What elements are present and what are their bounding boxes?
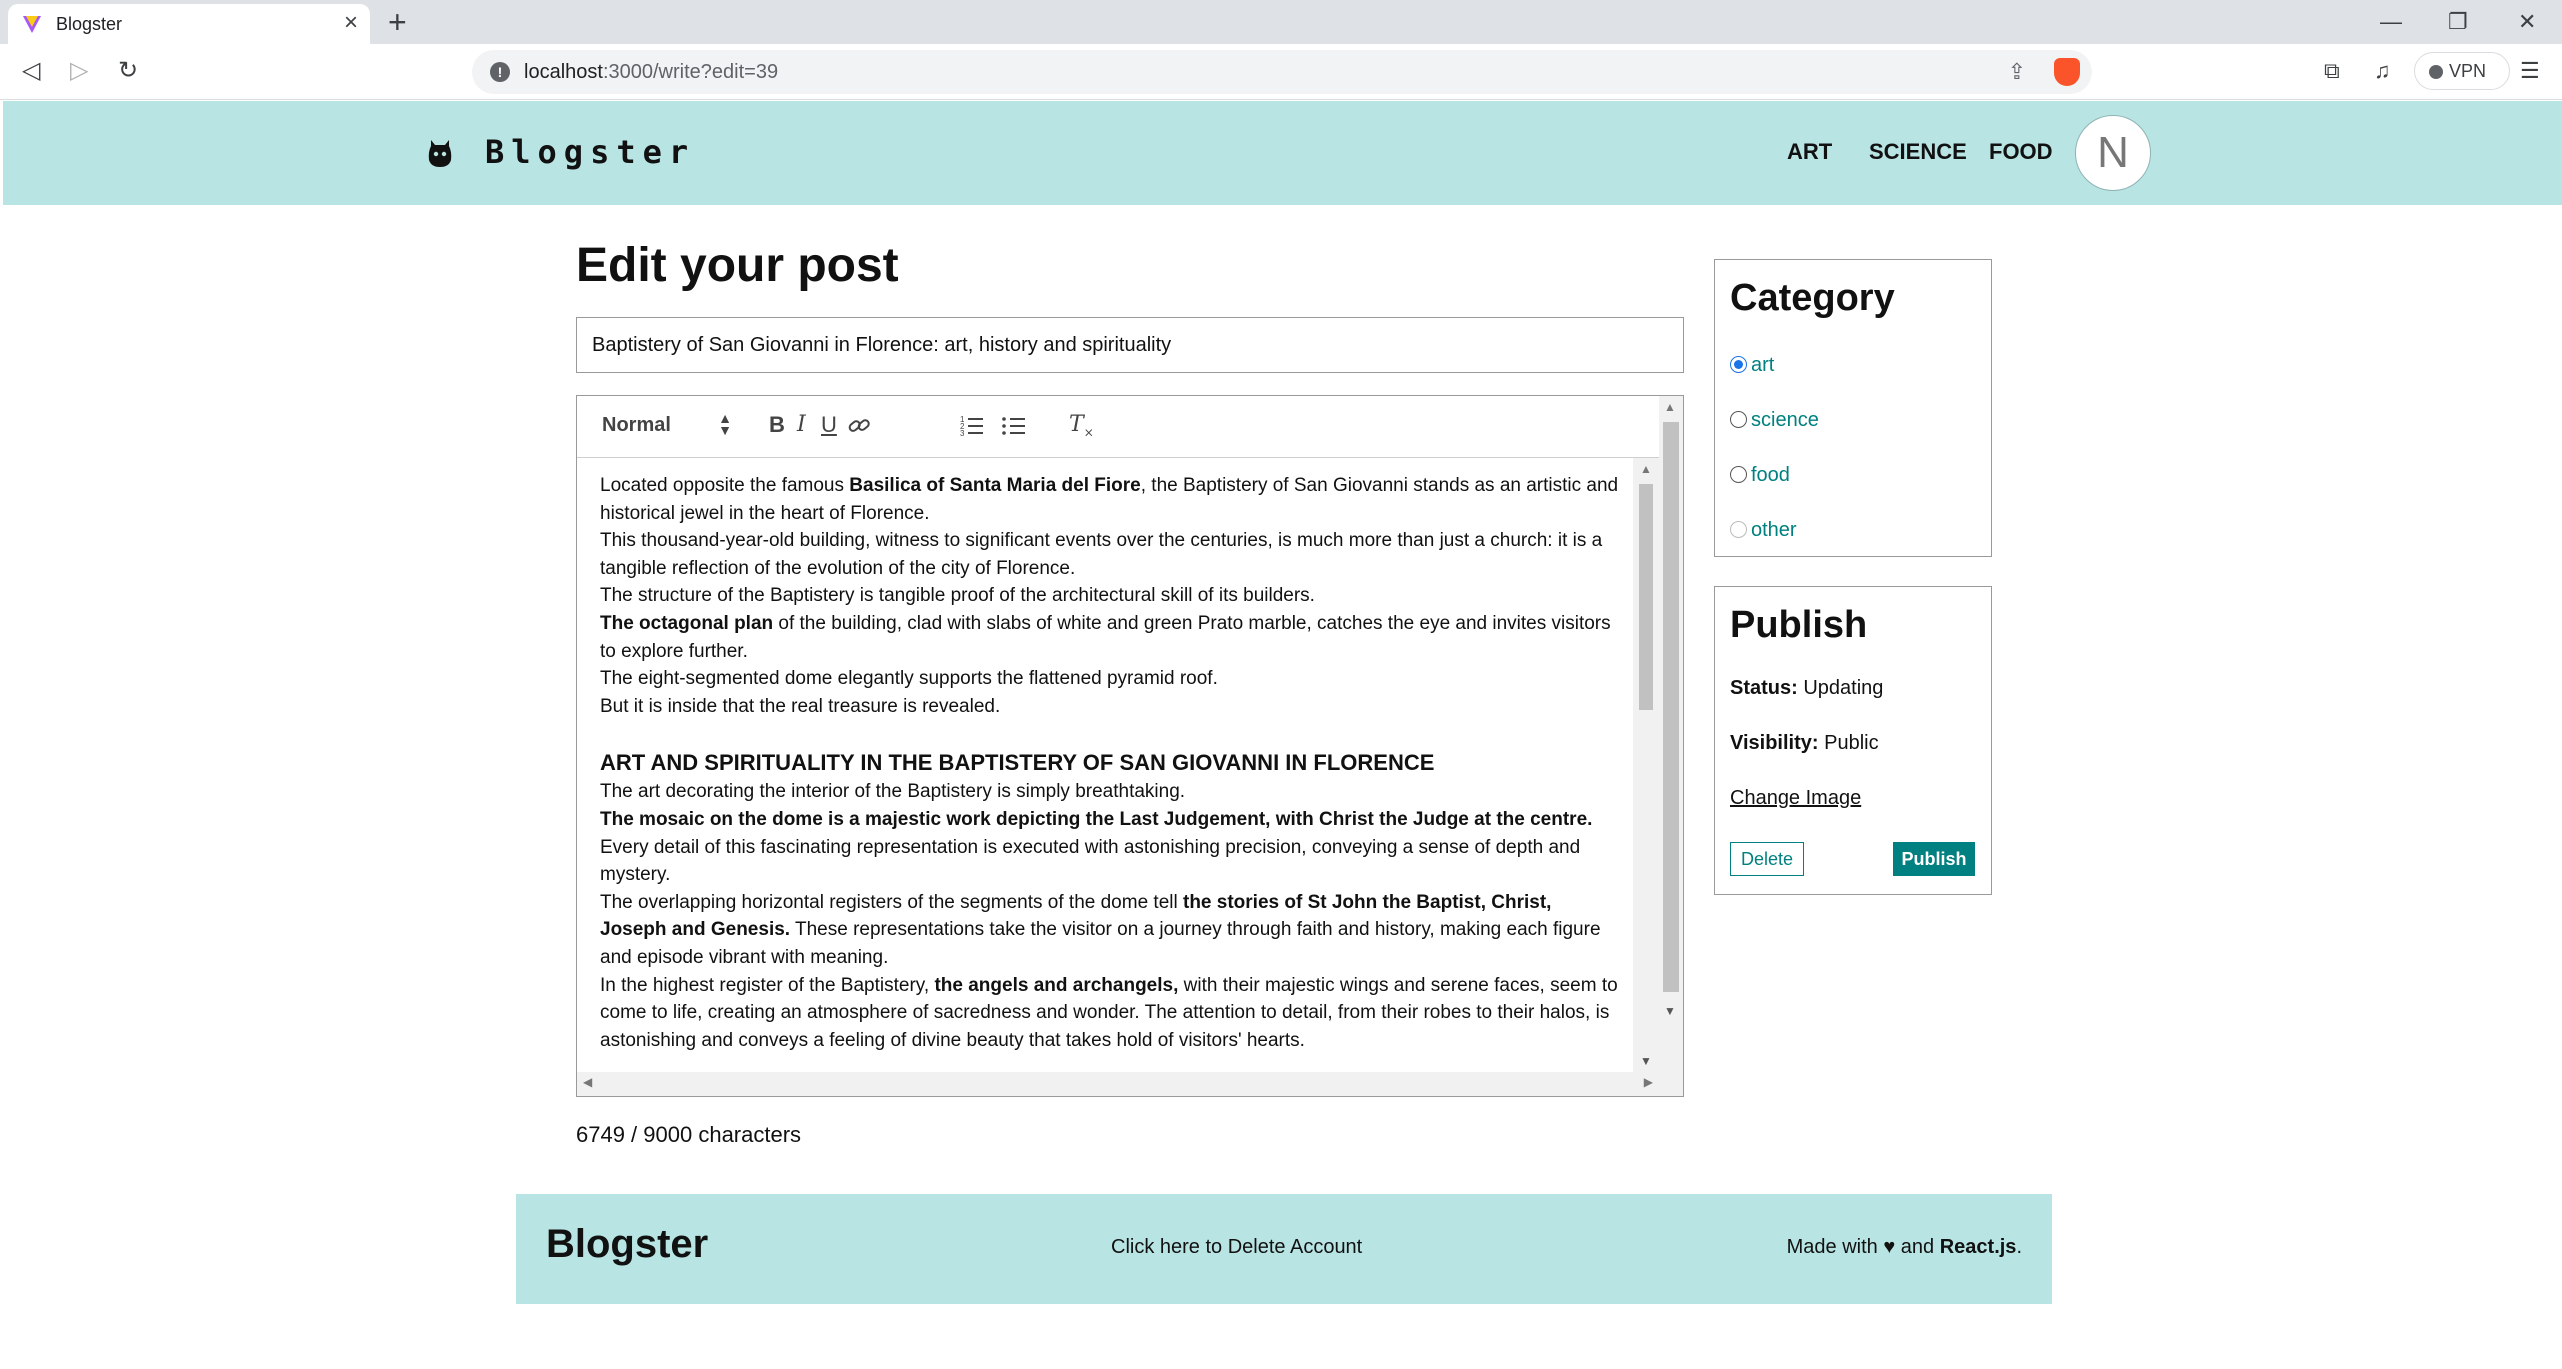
bullet-list-icon[interactable] xyxy=(1001,414,1027,438)
menu-icon[interactable]: ☰ xyxy=(2520,58,2540,84)
editor-paragraph: In the highest register of the Baptister… xyxy=(600,974,1618,1051)
clear-format-icon[interactable]: T× xyxy=(1069,412,1094,439)
category-option-science[interactable]: science xyxy=(1730,407,1819,433)
character-count: 6749 / 9000 characters xyxy=(576,1122,802,1147)
footer-logo: Blogster xyxy=(546,1222,709,1266)
scroll-down-icon[interactable]: ▼ xyxy=(1640,1054,1652,1068)
back-icon[interactable]: ◁ xyxy=(22,56,40,86)
editor-paragraph: This thousand-year-old building, witness… xyxy=(600,530,1603,579)
site-info-icon[interactable]: ! xyxy=(490,62,510,82)
editor-paragraph: Located opposite the famous Basilica of … xyxy=(600,475,1619,524)
delete-button[interactable]: Delete xyxy=(1730,842,1804,876)
editor-paragraph: The structure of the Baptistery is tangi… xyxy=(600,585,1315,607)
italic-icon[interactable]: I xyxy=(797,412,806,437)
editor-inner-scrollbar[interactable]: ▲ ▼ xyxy=(1633,458,1659,1072)
delete-account-link[interactable]: Click here to Delete Account xyxy=(1111,1236,1362,1259)
bold-icon[interactable]: B xyxy=(769,412,785,438)
category-option-food[interactable]: food xyxy=(1730,462,1790,488)
post-title-input[interactable] xyxy=(576,317,1684,373)
tab-close-icon[interactable]: × xyxy=(344,9,358,37)
nav-link-art[interactable]: ART xyxy=(1787,139,1832,165)
editor-paragraph: The octagonal plan of the building, clad… xyxy=(600,612,1611,662)
editor-paragraph: The overlapping horizontal registers of … xyxy=(600,891,1601,968)
forward-icon[interactable]: ▷ xyxy=(70,56,88,86)
media-icon[interactable]: ♫ xyxy=(2374,58,2391,84)
url-text[interactable]: localhost:3000/write?edit=39 xyxy=(524,61,778,84)
scroll-right-icon[interactable]: ▶ xyxy=(1644,1075,1653,1089)
editor-outer-scrollbar[interactable]: ▲ ▼ xyxy=(1659,396,1683,1096)
publish-panel: Publish Status: Updating Visibility: Pub… xyxy=(1714,586,1992,895)
editor-paragraph: The mosaic on the dome is a majestic wor… xyxy=(600,808,1593,886)
scrollbar-thumb[interactable] xyxy=(1663,422,1679,992)
tab-title: Blogster xyxy=(56,14,123,34)
radio-button[interactable] xyxy=(1730,521,1747,538)
category-option-other[interactable]: other xyxy=(1730,517,1797,543)
editor-paragraph: The art decorating the interior of the B… xyxy=(600,781,1186,803)
browser-toolbar: ◁ ▷ ↻ ! localhost:3000/write?edit=39 ⇪ ⧉… xyxy=(0,44,2562,100)
site-logo[interactable]: Blogster xyxy=(485,133,695,171)
vpn-button[interactable]: VPN xyxy=(2414,52,2510,90)
radio-button[interactable] xyxy=(1730,466,1747,483)
publish-button[interactable]: Publish xyxy=(1893,842,1975,876)
editor-heading: ART AND SPIRITUALITY IN THE BAPTISTERY O… xyxy=(600,750,1435,776)
category-panel: Category art science food other xyxy=(1714,259,1992,557)
ordered-list-icon[interactable]: 1 2 3 xyxy=(959,414,985,438)
address-bar[interactable]: ! localhost:3000/write?edit=39 ⇪ xyxy=(472,50,2092,94)
scroll-up-icon[interactable]: ▲ xyxy=(1640,462,1652,476)
extensions-icon[interactable]: ⧉ xyxy=(2324,58,2340,84)
change-image-link[interactable]: Change Image xyxy=(1730,787,1861,810)
status-line: Status: Updating xyxy=(1730,677,1884,699)
link-icon[interactable] xyxy=(847,415,871,437)
editor-content[interactable]: Located opposite the famous Basilica of … xyxy=(577,458,1633,1072)
user-avatar[interactable]: N xyxy=(2075,115,2151,191)
radio-button[interactable] xyxy=(1730,356,1747,373)
page-title: Edit your post xyxy=(576,239,899,292)
visibility-line: Visibility: Public xyxy=(1730,732,1879,754)
scrollbar-thumb[interactable] xyxy=(1639,484,1653,710)
vpn-status-icon xyxy=(2429,65,2443,79)
browser-tab-bar: Blogster × + — ❐ ✕ xyxy=(0,0,2562,44)
format-select[interactable]: Normal ▲ ▼ xyxy=(602,410,732,438)
category-heading: Category xyxy=(1730,277,1895,319)
heart-icon: ♥ xyxy=(1883,1236,1896,1258)
nav-link-food[interactable]: FOOD xyxy=(1989,139,2053,165)
radio-button[interactable] xyxy=(1730,411,1747,428)
scroll-down-icon[interactable]: ▼ xyxy=(1664,1004,1676,1018)
minimize-icon[interactable]: — xyxy=(2380,4,2402,40)
site-footer: Blogster Click here to Delete Account Ma… xyxy=(516,1194,2052,1304)
new-tab-icon[interactable]: + xyxy=(388,2,407,42)
made-with-text: Made with ♥ and React.js. xyxy=(1786,1236,2022,1258)
share-icon[interactable]: ⇪ xyxy=(2008,59,2026,85)
svg-text:3: 3 xyxy=(960,429,965,438)
site-header: Blogster ART SCIENCE FOOD N xyxy=(3,101,2562,205)
select-arrows-icon: ▲ ▼ xyxy=(718,410,732,438)
brave-shield-icon[interactable] xyxy=(2054,58,2080,86)
scroll-up-icon[interactable]: ▲ xyxy=(1664,400,1676,414)
vpn-label: VPN xyxy=(2449,61,2487,81)
underline-icon[interactable]: U xyxy=(821,412,837,438)
category-option-art[interactable]: art xyxy=(1730,352,1774,378)
nav-link-science[interactable]: SCIENCE xyxy=(1869,139,1967,165)
window-close-icon[interactable]: ✕ xyxy=(2518,4,2536,40)
editor-horizontal-scrollbar[interactable]: ◀ ▶ xyxy=(577,1072,1659,1096)
editor-toolbar: Normal ▲ ▼ B I U 1 2 3 T× xyxy=(577,396,1659,458)
blogster-logo-icon xyxy=(428,140,452,167)
browser-tab[interactable]: Blogster × xyxy=(8,4,370,44)
format-select-value: Normal xyxy=(602,414,671,436)
publish-heading: Publish xyxy=(1730,604,1868,646)
editor-paragraph: But it is inside that the real treasure … xyxy=(600,695,1001,717)
editor-paragraph: The eight-segmented dome elegantly suppo… xyxy=(600,668,1218,690)
scroll-left-icon[interactable]: ◀ xyxy=(583,1075,592,1089)
blogster-favicon-icon xyxy=(23,16,41,33)
reload-icon[interactable]: ↻ xyxy=(118,56,138,86)
rich-text-editor: Normal ▲ ▼ B I U 1 2 3 T× Located opposit… xyxy=(576,395,1684,1097)
restore-icon[interactable]: ❐ xyxy=(2448,4,2468,40)
